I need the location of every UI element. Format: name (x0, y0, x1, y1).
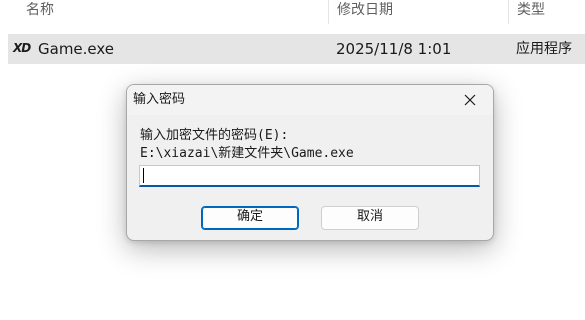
file-type: 应用程序 (516, 41, 572, 57)
password-dialog: 输入密码 输入加密文件的密码(E): E:\xiazai\新建文件夹\Game.… (126, 84, 494, 241)
file-row-selected[interactable]: XD Game.exe 2025/11/8 1:01 应用程序 (8, 34, 585, 64)
dialog-titlebar[interactable]: 输入密码 (127, 85, 493, 115)
password-prompt-label: 输入加密文件的密码(E): (140, 128, 289, 143)
column-header-name[interactable]: 名称 (18, 0, 328, 24)
app-icon: XD (13, 41, 31, 55)
close-button[interactable] (447, 85, 493, 115)
file-explorer: 名称 修改日期 类型 XD Game.exe 2025/11/8 1:01 应用… (0, 0, 585, 320)
file-name: Game.exe (38, 40, 115, 58)
archive-path-label: E:\xiazai\新建文件夹\Game.exe (140, 146, 354, 161)
ok-button[interactable]: 确定 (201, 206, 299, 230)
column-header-date[interactable]: 修改日期 (328, 0, 508, 24)
password-input[interactable] (139, 165, 480, 187)
cancel-button[interactable]: 取消 (321, 206, 419, 230)
close-icon (464, 94, 476, 106)
dialog-title: 输入密码 (133, 92, 186, 107)
column-header-type[interactable]: 类型 (508, 0, 585, 24)
text-caret (143, 168, 144, 183)
file-date: 2025/11/8 1:01 (336, 40, 452, 58)
